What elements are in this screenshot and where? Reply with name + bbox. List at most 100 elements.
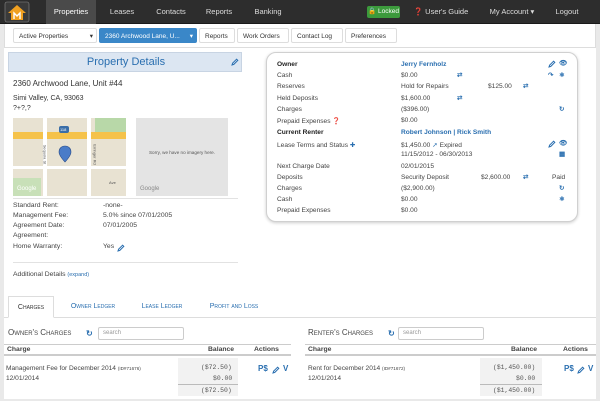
owners-charges-search-input[interactable]: search (98, 327, 184, 340)
subnav-contact-log[interactable]: Contact Log (291, 28, 343, 43)
property-details-header: Property Details (8, 52, 242, 72)
col-actions: Actions (254, 346, 279, 353)
owner-cash-label: Cash (277, 72, 293, 79)
edit-pencil-icon[interactable] (117, 244, 125, 252)
property-details-panel: Property Details 2360 Archwood Lane, Uni… (8, 52, 242, 282)
owner-charge-date: 12/01/2014 (6, 375, 40, 382)
add-charge-icon[interactable]: ↻ (388, 329, 395, 338)
edit-pencil-icon[interactable] (548, 140, 556, 148)
charge-add-icon[interactable]: ↻ (559, 184, 565, 192)
renter-names-link[interactable]: Robert Johnson | Rick Smith (401, 129, 491, 136)
mgmt-fee-label: Management Fee: (13, 212, 69, 219)
col-charge: Charge (7, 346, 31, 353)
void-icon[interactable]: V (283, 364, 288, 373)
pay-icon[interactable]: P$ (564, 364, 574, 373)
address-line-2: Simi Valley, CA, 93063 (13, 95, 84, 102)
users-guide-link[interactable]: ❓ User's Guide (410, 0, 472, 24)
nav-leases[interactable]: Leases (100, 0, 144, 24)
renter-cash-label: Cash (277, 196, 293, 203)
edit-pencil-icon[interactable] (231, 58, 239, 66)
standard-rent-value: -none- (103, 202, 123, 209)
payment-icon[interactable]: ⚛ (559, 71, 565, 79)
charge-add-icon[interactable]: ↻ (559, 105, 565, 113)
help-icon[interactable]: ❓ (332, 118, 340, 125)
agreement-label: Agreement: (13, 232, 49, 239)
active-properties-dropdown[interactable]: Active Properties ▾ (13, 28, 97, 43)
standard-rent-label: Standard Rent: (13, 202, 59, 209)
nav-contacts[interactable]: Contacts (148, 0, 194, 24)
address-line-1: 2360 Archwood Lane, Unit #44 (13, 79, 123, 88)
renter-prepaid-value: $0.00 (401, 207, 418, 214)
tab-profit-and-loss[interactable]: Profit and Loss (196, 296, 272, 318)
pay-icon[interactable]: P$ (258, 364, 268, 373)
renters-charges-search-input[interactable]: search (398, 327, 484, 340)
col-charge: Charge (308, 346, 332, 353)
owner-name-link[interactable]: Jerry Fernholz (401, 61, 446, 68)
owner-charge-amount: ($72.50) (201, 364, 232, 371)
charge-desc-text: Management Fee for December 2014 (6, 365, 116, 372)
tab-charges[interactable]: Charges (8, 296, 54, 318)
owner-charge-paid: $0.00 (213, 375, 233, 382)
owner-label: Owner (277, 61, 298, 68)
renter-deposits-value: $2,600.00 (481, 174, 511, 181)
locked-button[interactable]: 🔒 Locked (367, 6, 400, 18)
current-renter-label: Current Renter (277, 129, 324, 136)
street-view-placeholder[interactable]: Sorry, we have no imagery here. Google (136, 118, 228, 196)
lease-status: Expired (439, 142, 462, 149)
owner-prepaid-row: Prepaid Expenses ❓ (277, 117, 341, 125)
additional-details-row: Additional Details (expand) (13, 271, 89, 278)
home-logo-icon[interactable] (4, 1, 30, 23)
payment-icon[interactable]: ⚛ (559, 195, 565, 203)
subnav-work-orders[interactable]: Work Orders (237, 28, 289, 43)
transfer-icon[interactable]: ⇄ (457, 71, 463, 79)
view-eye-icon[interactable]: 👁 (559, 139, 567, 147)
undo-arrow-icon[interactable]: ↷ (548, 71, 554, 79)
next-charge-value: 02/01/2015 (401, 163, 435, 170)
agreement-date-label: Agreement Date: (13, 222, 65, 229)
edit-pencil-icon[interactable] (577, 366, 585, 374)
calendar-icon[interactable]: ▦ (559, 150, 565, 158)
users-guide-label: User's Guide (425, 7, 469, 16)
subnav-reports[interactable]: Reports (199, 28, 235, 43)
void-icon[interactable]: V (588, 364, 593, 373)
view-eye-icon[interactable]: 👁 (559, 59, 567, 67)
nav-reports[interactable]: Reports (198, 0, 240, 24)
renter-deposits-label: Deposits (277, 174, 303, 181)
active-properties-label: Active Properties (19, 33, 69, 40)
owners-charges-header: Charge Balance Actions (4, 344, 291, 356)
renters-charges-title: Renter's Charges (308, 328, 373, 337)
col-balance: Balance (511, 346, 538, 353)
owner-charges-label: Charges (277, 106, 302, 113)
street-map-image[interactable]: Google 118 Sequoia St Erringer Rd Ave (13, 118, 126, 196)
edit-pencil-icon[interactable] (272, 366, 280, 374)
transfer-icon[interactable]: ⇄ (523, 173, 529, 181)
edit-pencil-icon[interactable] (548, 60, 556, 68)
charge-id: (ID#71676) (117, 366, 141, 371)
logout-link[interactable]: Logout (550, 0, 584, 24)
my-account-dropdown[interactable]: My Account ▾ (484, 0, 540, 24)
divider (480, 384, 542, 385)
nav-properties[interactable]: Properties (46, 0, 96, 24)
divider (13, 262, 238, 263)
add-circle-icon[interactable]: ✚ (350, 142, 356, 149)
col-balance: Balance (208, 346, 235, 353)
address-line-3: ?+?,? (13, 105, 31, 112)
transfer-icon[interactable]: ⇄ (457, 94, 463, 102)
selected-property-dropdown[interactable]: 2360 Archwood Lane, U... ▾ (99, 28, 197, 43)
ledger-tabs: Charges Owner Ledger Lease Ledger Profit… (4, 296, 596, 318)
divider (13, 198, 238, 199)
nav-banking[interactable]: Banking (246, 0, 290, 24)
renter-charge-paid: $0.00 (516, 375, 536, 382)
tab-lease-ledger[interactable]: Lease Ledger (130, 296, 194, 318)
divider (178, 384, 238, 385)
transfer-icon[interactable]: ⇄ (523, 82, 529, 90)
next-charge-label: Next Charge Date (277, 163, 330, 170)
owner-charge-desc: Management Fee for December 2014 (ID#716… (6, 365, 141, 372)
caret-down-icon: ▾ (89, 33, 93, 40)
expand-link[interactable]: (expand) (67, 272, 89, 278)
subnav-preferences[interactable]: Preferences (345, 28, 397, 43)
owner-reserves-note: Hold for Repairs (401, 83, 449, 90)
renter-deposits-status: Paid (552, 174, 566, 181)
tab-owner-ledger[interactable]: Owner Ledger (60, 296, 126, 318)
add-charge-icon[interactable]: ↻ (86, 329, 93, 338)
